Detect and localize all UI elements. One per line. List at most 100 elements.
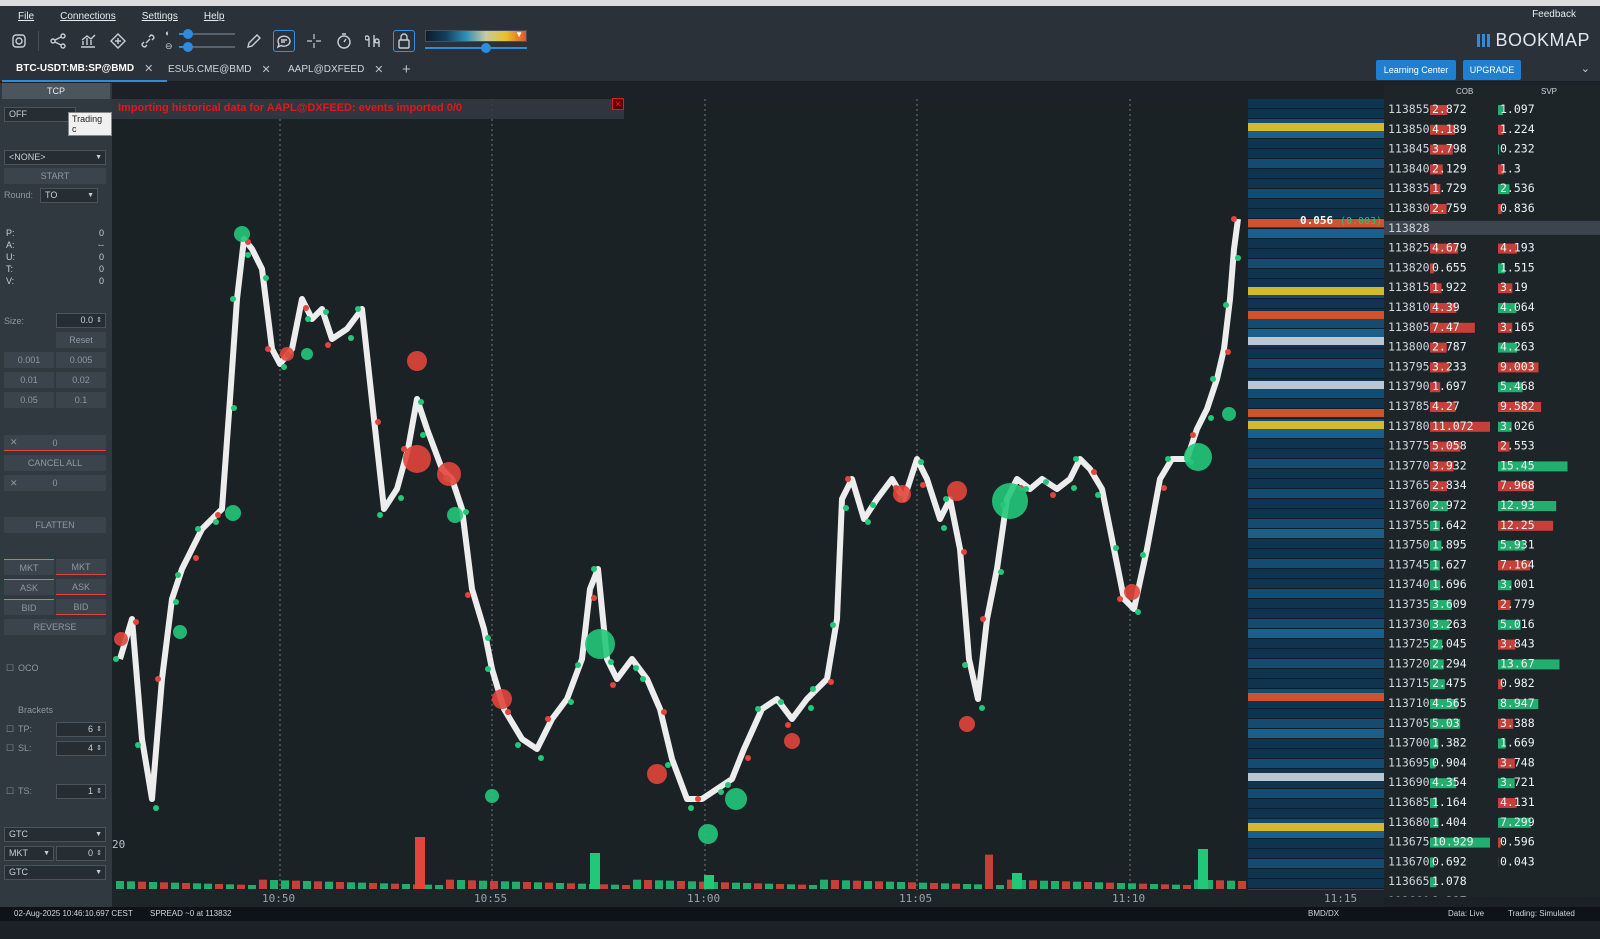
menu-settings[interactable]: Settings [142,11,178,22]
buy-trade-dot [810,686,816,692]
order-qty-stepper[interactable]: 0 ⇕ [56,846,106,861]
sell-ask-button[interactable]: ASK [56,579,106,595]
lock-icon[interactable] [393,30,415,52]
close-icon[interactable]: ✕ [10,478,18,489]
learning-center-button[interactable]: Learning Center [1376,60,1456,80]
trading-mode-select[interactable]: OFF [4,107,76,122]
close-icon[interactable]: ✕ [144,62,153,75]
ladder-price: 113760 [1388,498,1430,512]
upgrade-button[interactable]: UPGRADE [1463,60,1521,80]
start-button[interactable]: START [4,168,106,184]
tif-select[interactable]: GTC ▼ [4,827,106,842]
buy-bid-button[interactable]: BID [4,599,54,615]
strategy-select[interactable]: <NONE> ▼ [4,150,106,165]
buy-volume-bar [1150,884,1158,889]
checkbox[interactable]: ☐ [6,663,14,674]
drone-icon[interactable] [107,30,129,52]
size-input[interactable]: 0.0 ⇕ [56,313,106,328]
add-tab-icon[interactable]: + [402,61,411,78]
share-icon[interactable] [47,30,69,52]
buy-volume-bar [886,881,894,889]
heatmap-color-scale[interactable]: ▼ [425,28,527,54]
checkbox[interactable]: ☐ [6,724,14,735]
quick-size-button[interactable]: 0.01 [4,372,54,388]
feedback-link[interactable]: Feedback [1532,9,1576,20]
buy-trade-dot [633,665,639,671]
trade-dots-chart[interactable]: 20 [112,99,1248,897]
sell-trade-dot [695,796,701,802]
cob-value: 2.129 [1432,161,1467,175]
sell-orders-row[interactable]: ✕ 0 [4,475,106,491]
tab-esu5[interactable]: ESU5.CME@BMD ✕ [154,56,285,82]
sell-volume-bar [831,880,839,889]
heatmap-band [1248,749,1384,758]
heatmap-settings-icon[interactable] [363,30,385,52]
chart-indicators-icon[interactable] [77,30,99,52]
x-tick-label: 10:55 [474,892,508,905]
close-icon[interactable]: ✕ [374,63,383,76]
sell-bid-button[interactable]: BID [56,599,106,615]
cancel-all-button[interactable]: CANCEL ALL [4,455,106,471]
link-icon[interactable] [137,30,159,52]
close-icon[interactable]: ✕ [10,437,18,448]
chat-icon[interactable] [273,30,295,52]
buy-volume-bar [996,885,1004,889]
quick-size-button[interactable]: 0.001 [4,352,54,368]
reverse-button[interactable]: REVERSE [4,619,106,635]
crosshair-icon[interactable] [303,30,325,52]
cob-value: 3.233 [1432,359,1467,373]
buy-market-button[interactable]: MKT [4,559,54,575]
price-chart[interactable]: 20 [112,99,1248,897]
flatten-button[interactable]: FLATTEN [4,517,106,533]
svp-value: 13.67 [1500,656,1535,670]
pencil-icon[interactable] [243,30,265,52]
ladder-price: 113745 [1388,557,1430,571]
svp-value: 4.193 [1500,241,1535,255]
chevron-down-icon[interactable]: ⌄ [1581,62,1590,75]
heatmap-band [1248,499,1384,508]
corner-label: 20 [112,838,125,851]
tab-btc-usdt[interactable]: BTC-USDT:MB:SP@BMD ✕ [2,56,168,82]
cob-value: 10.929 [1432,835,1474,849]
quick-size-button[interactable]: 0.02 [56,372,106,388]
ts-stepper[interactable]: 1 ⇕ [56,784,106,799]
screenshot-icon[interactable] [8,30,30,52]
close-icon[interactable]: ✕ [612,98,624,110]
color-scale-dropdown-icon[interactable]: ▼ [515,30,523,39]
heatmap-band [1248,549,1384,558]
menu-help[interactable]: Help [204,11,225,22]
sell-trade-bubble [280,347,294,361]
sl-value: 4 [87,743,93,753]
buy-orders-row[interactable]: ✕ 0 [4,435,106,451]
checkbox[interactable]: ☐ [6,786,14,797]
reset-button[interactable]: Reset [56,332,106,348]
buy-trade-dot [418,399,424,405]
cob-value: 0.655 [1432,260,1467,274]
sell-trade-bubble [947,481,967,501]
checkbox[interactable]: ☐ [6,743,14,754]
quick-size-button[interactable]: 0.005 [56,352,106,368]
tp-stepper[interactable]: 6 ⇕ [56,722,106,737]
sell-market-button[interactable]: MKT [56,559,106,575]
round-select[interactable]: TO ▼ [40,188,98,203]
heatmap-band [1248,169,1384,178]
close-icon[interactable]: ✕ [262,63,271,76]
order-type-select[interactable]: MKT ▼ [4,846,54,861]
buy-ask-button[interactable]: ASK [4,579,54,595]
cob-value: 11.072 [1432,419,1474,433]
tif-select-2[interactable]: GTC ▼ [4,865,106,880]
menu-connections[interactable]: Connections [60,11,116,22]
sl-stepper[interactable]: 4 ⇕ [56,741,106,756]
sl-label: SL: [18,743,32,753]
liquidity-level [1248,287,1384,295]
import-notice: Importing historical data for AAPL@DXFEE… [112,98,624,119]
quick-size-button[interactable]: 0.1 [56,392,106,408]
buy-trade-bubble [301,348,313,360]
tab-aapl[interactable]: AAPL@DXFEED ✕ [274,56,398,82]
quick-size-button[interactable]: 0.05 [4,392,54,408]
timer-icon[interactable] [333,30,355,52]
brightness-contrast-sliders[interactable]: ◐ ⊖ [165,28,235,54]
stepper-icon: ⇕ [96,317,102,324]
sell-trade-dot [133,619,139,625]
menu-file[interactable]: File [18,11,34,22]
